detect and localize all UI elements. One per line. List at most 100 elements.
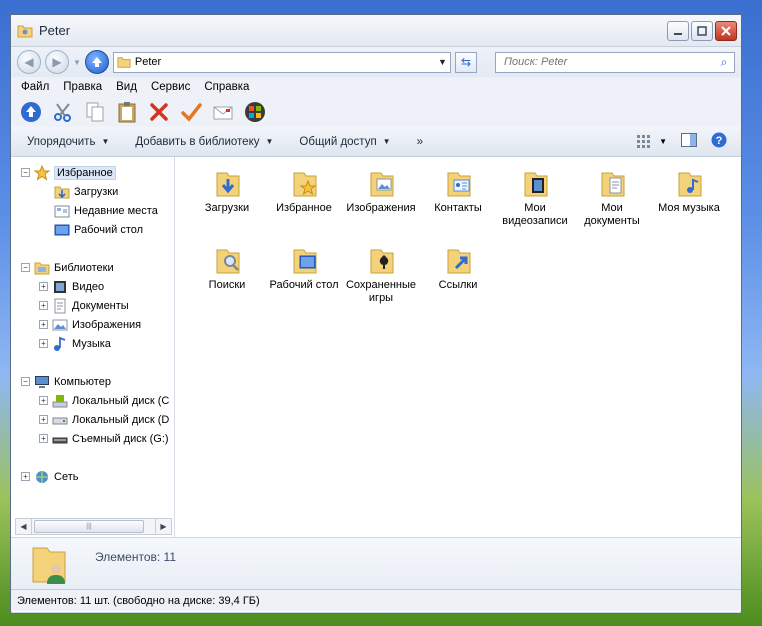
libraries-icon (34, 260, 50, 276)
add-library-label: Добавить в библиотеку (135, 135, 260, 148)
scroll-right-icon[interactable]: ▶ (155, 519, 171, 534)
back-button[interactable]: ◀ (17, 50, 41, 74)
folder-item[interactable]: Поиски (189, 244, 265, 292)
expand-icon[interactable]: + (39, 301, 48, 310)
tree-item-local-c[interactable]: + Локальный диск (C (11, 391, 174, 410)
close-button[interactable] (715, 20, 737, 41)
item-label: Мои видеозаписи (502, 202, 568, 227)
properties-button[interactable] (179, 100, 203, 124)
recent-places-icon (54, 203, 70, 219)
menu-bar: Файл Правка Вид Сервис Справка (11, 77, 741, 97)
delete-button[interactable] (147, 100, 171, 124)
share-button[interactable]: Общий доступ ▼ (299, 136, 390, 148)
scroll-left-icon[interactable]: ◀ (16, 519, 32, 534)
tree-label: Изображения (72, 318, 142, 331)
expand-icon[interactable]: + (21, 472, 30, 481)
tree-item-images[interactable]: + Изображения (11, 315, 174, 334)
preview-pane-button[interactable] (681, 133, 697, 150)
more-commands-button[interactable]: » (417, 136, 423, 148)
paste-button[interactable] (115, 100, 139, 124)
help-button[interactable]: ? (711, 132, 727, 151)
expand-icon[interactable]: + (39, 339, 48, 348)
cut-button[interactable] (51, 100, 75, 124)
tree-item-computer[interactable]: − Компьютер (11, 372, 174, 391)
scroll-thumb[interactable]: ||| (34, 520, 144, 533)
nav-horizontal-scrollbar[interactable]: ◀ ||| ▶ (15, 518, 172, 535)
tree-item-desktop[interactable]: Рабочий стол (11, 220, 174, 239)
menu-edit[interactable]: Правка (63, 81, 102, 93)
menu-view[interactable]: Вид (116, 81, 137, 93)
folder-tree: − Избранное Загрузки Недавние места Рабо… (11, 157, 174, 486)
email-button[interactable] (211, 100, 235, 124)
menu-file[interactable]: Файл (21, 81, 49, 93)
refresh-button[interactable]: ⇆ (455, 51, 477, 73)
address-field[interactable]: Peter ▼ (112, 51, 451, 73)
tree-item-favorites[interactable]: − Избранное (11, 163, 174, 182)
tree-item-network[interactable]: + Сеть (11, 467, 174, 486)
chevron-down-icon: ▼ (659, 137, 667, 146)
collapse-icon[interactable]: − (21, 377, 30, 386)
folder-item[interactable]: Моя музыка (651, 167, 727, 215)
menu-help[interactable]: Справка (204, 81, 249, 93)
tree-item-libraries[interactable]: − Библиотеки (11, 258, 174, 277)
expand-icon[interactable]: + (39, 282, 48, 291)
expand-icon[interactable]: + (39, 415, 48, 424)
main-area: − Избранное Загрузки Недавние места Рабо… (11, 157, 741, 537)
add-to-library-button[interactable]: Добавить в библиотеку ▼ (135, 136, 273, 148)
window-title: Peter (39, 23, 71, 38)
folder-item[interactable]: Ссылки (420, 244, 496, 292)
forward-button[interactable]: ▶ (45, 50, 69, 74)
minimize-icon (674, 32, 682, 35)
history-dropdown-icon[interactable]: ▼ (73, 58, 81, 67)
scissors-icon (54, 103, 71, 122)
folder-item[interactable]: Контакты (420, 167, 496, 215)
folder-icon (117, 57, 131, 68)
folder-user-icon (17, 25, 33, 37)
tree-item-local-d[interactable]: + Локальный диск (D (11, 410, 174, 429)
item-label: Мои документы (584, 202, 640, 227)
folder-item[interactable]: Мои видеозаписи (497, 167, 573, 228)
item-label: Рабочий стол (269, 279, 339, 291)
folder-item[interactable]: Избранное (266, 167, 342, 215)
search-icon[interactable]: ⌕ (714, 55, 734, 70)
chevron-down-icon: ▼ (101, 137, 110, 146)
folder-item[interactable]: Мои документы (574, 167, 650, 228)
folder-item[interactable]: Изображения (343, 167, 419, 215)
windows-logo-button[interactable] (243, 100, 267, 124)
folder-item[interactable]: Загрузки (189, 167, 265, 215)
menu-tools[interactable]: Сервис (151, 81, 190, 93)
address-dropdown-icon[interactable]: ▼ (434, 57, 450, 67)
minimize-button[interactable] (667, 20, 689, 41)
up-button[interactable] (84, 50, 109, 74)
expand-icon[interactable]: + (39, 434, 48, 443)
search-input[interactable] (504, 56, 714, 68)
contacts-folder-icon (447, 172, 471, 197)
copy-button[interactable] (83, 100, 107, 124)
view-options-button[interactable]: ▼ (637, 134, 667, 149)
svg-text:?: ? (716, 135, 723, 147)
tree-label: Рабочий стол (74, 223, 144, 236)
collapse-icon[interactable]: − (21, 168, 30, 177)
tree-item-documents[interactable]: + Документы (11, 296, 174, 315)
item-label: Загрузки (204, 202, 250, 214)
folder-item[interactable]: Сохраненные игры (343, 244, 419, 305)
item-label: Ссылки (438, 279, 478, 291)
expand-icon[interactable]: + (39, 320, 48, 329)
folder-item[interactable]: Рабочий стол (266, 244, 342, 292)
expand-icon[interactable]: + (39, 396, 48, 405)
organize-label: Упорядочить (27, 135, 96, 148)
tree-item-removable[interactable]: + Съемный диск (G:) (11, 429, 174, 448)
links-folder-icon (447, 249, 471, 274)
title-bar[interactable]: Peter (11, 15, 741, 47)
collapse-icon[interactable]: − (21, 263, 30, 272)
tree-item-music[interactable]: + Музыка (11, 334, 174, 353)
tree-item-video[interactable]: + Видео (11, 277, 174, 296)
tree-item-recent[interactable]: Недавние места (11, 201, 174, 220)
tree-label: Сеть (54, 470, 79, 483)
up-folder-button[interactable] (19, 100, 43, 124)
maximize-button[interactable] (691, 20, 713, 41)
tree-item-downloads[interactable]: Загрузки (11, 182, 174, 201)
organize-button[interactable]: Упорядочить ▼ (27, 136, 109, 148)
music-library-icon (52, 336, 68, 352)
search-field[interactable]: ⌕ (495, 51, 735, 73)
